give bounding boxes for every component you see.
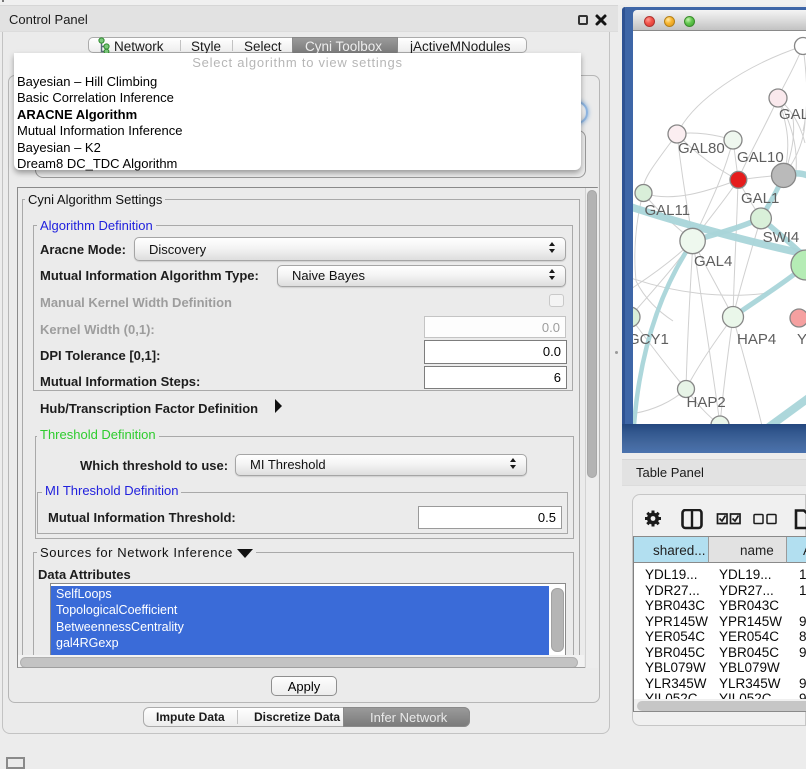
svg-text:Y: Y xyxy=(797,331,806,348)
svg-text:GAL10: GAL10 xyxy=(737,149,784,166)
svg-text:SWI4: SWI4 xyxy=(763,229,800,246)
svg-text:GAL: GAL xyxy=(779,106,806,123)
svg-text:GAL11: GAL11 xyxy=(645,202,691,219)
svg-text:HAP2: HAP2 xyxy=(687,394,726,411)
svg-text:GAL80: GAL80 xyxy=(678,140,725,157)
svg-text:GCY1: GCY1 xyxy=(633,331,669,348)
svg-text:HAP4: HAP4 xyxy=(737,331,776,348)
svg-text:GAL4: GAL4 xyxy=(694,253,732,270)
svg-text:GAL1: GAL1 xyxy=(741,190,779,207)
